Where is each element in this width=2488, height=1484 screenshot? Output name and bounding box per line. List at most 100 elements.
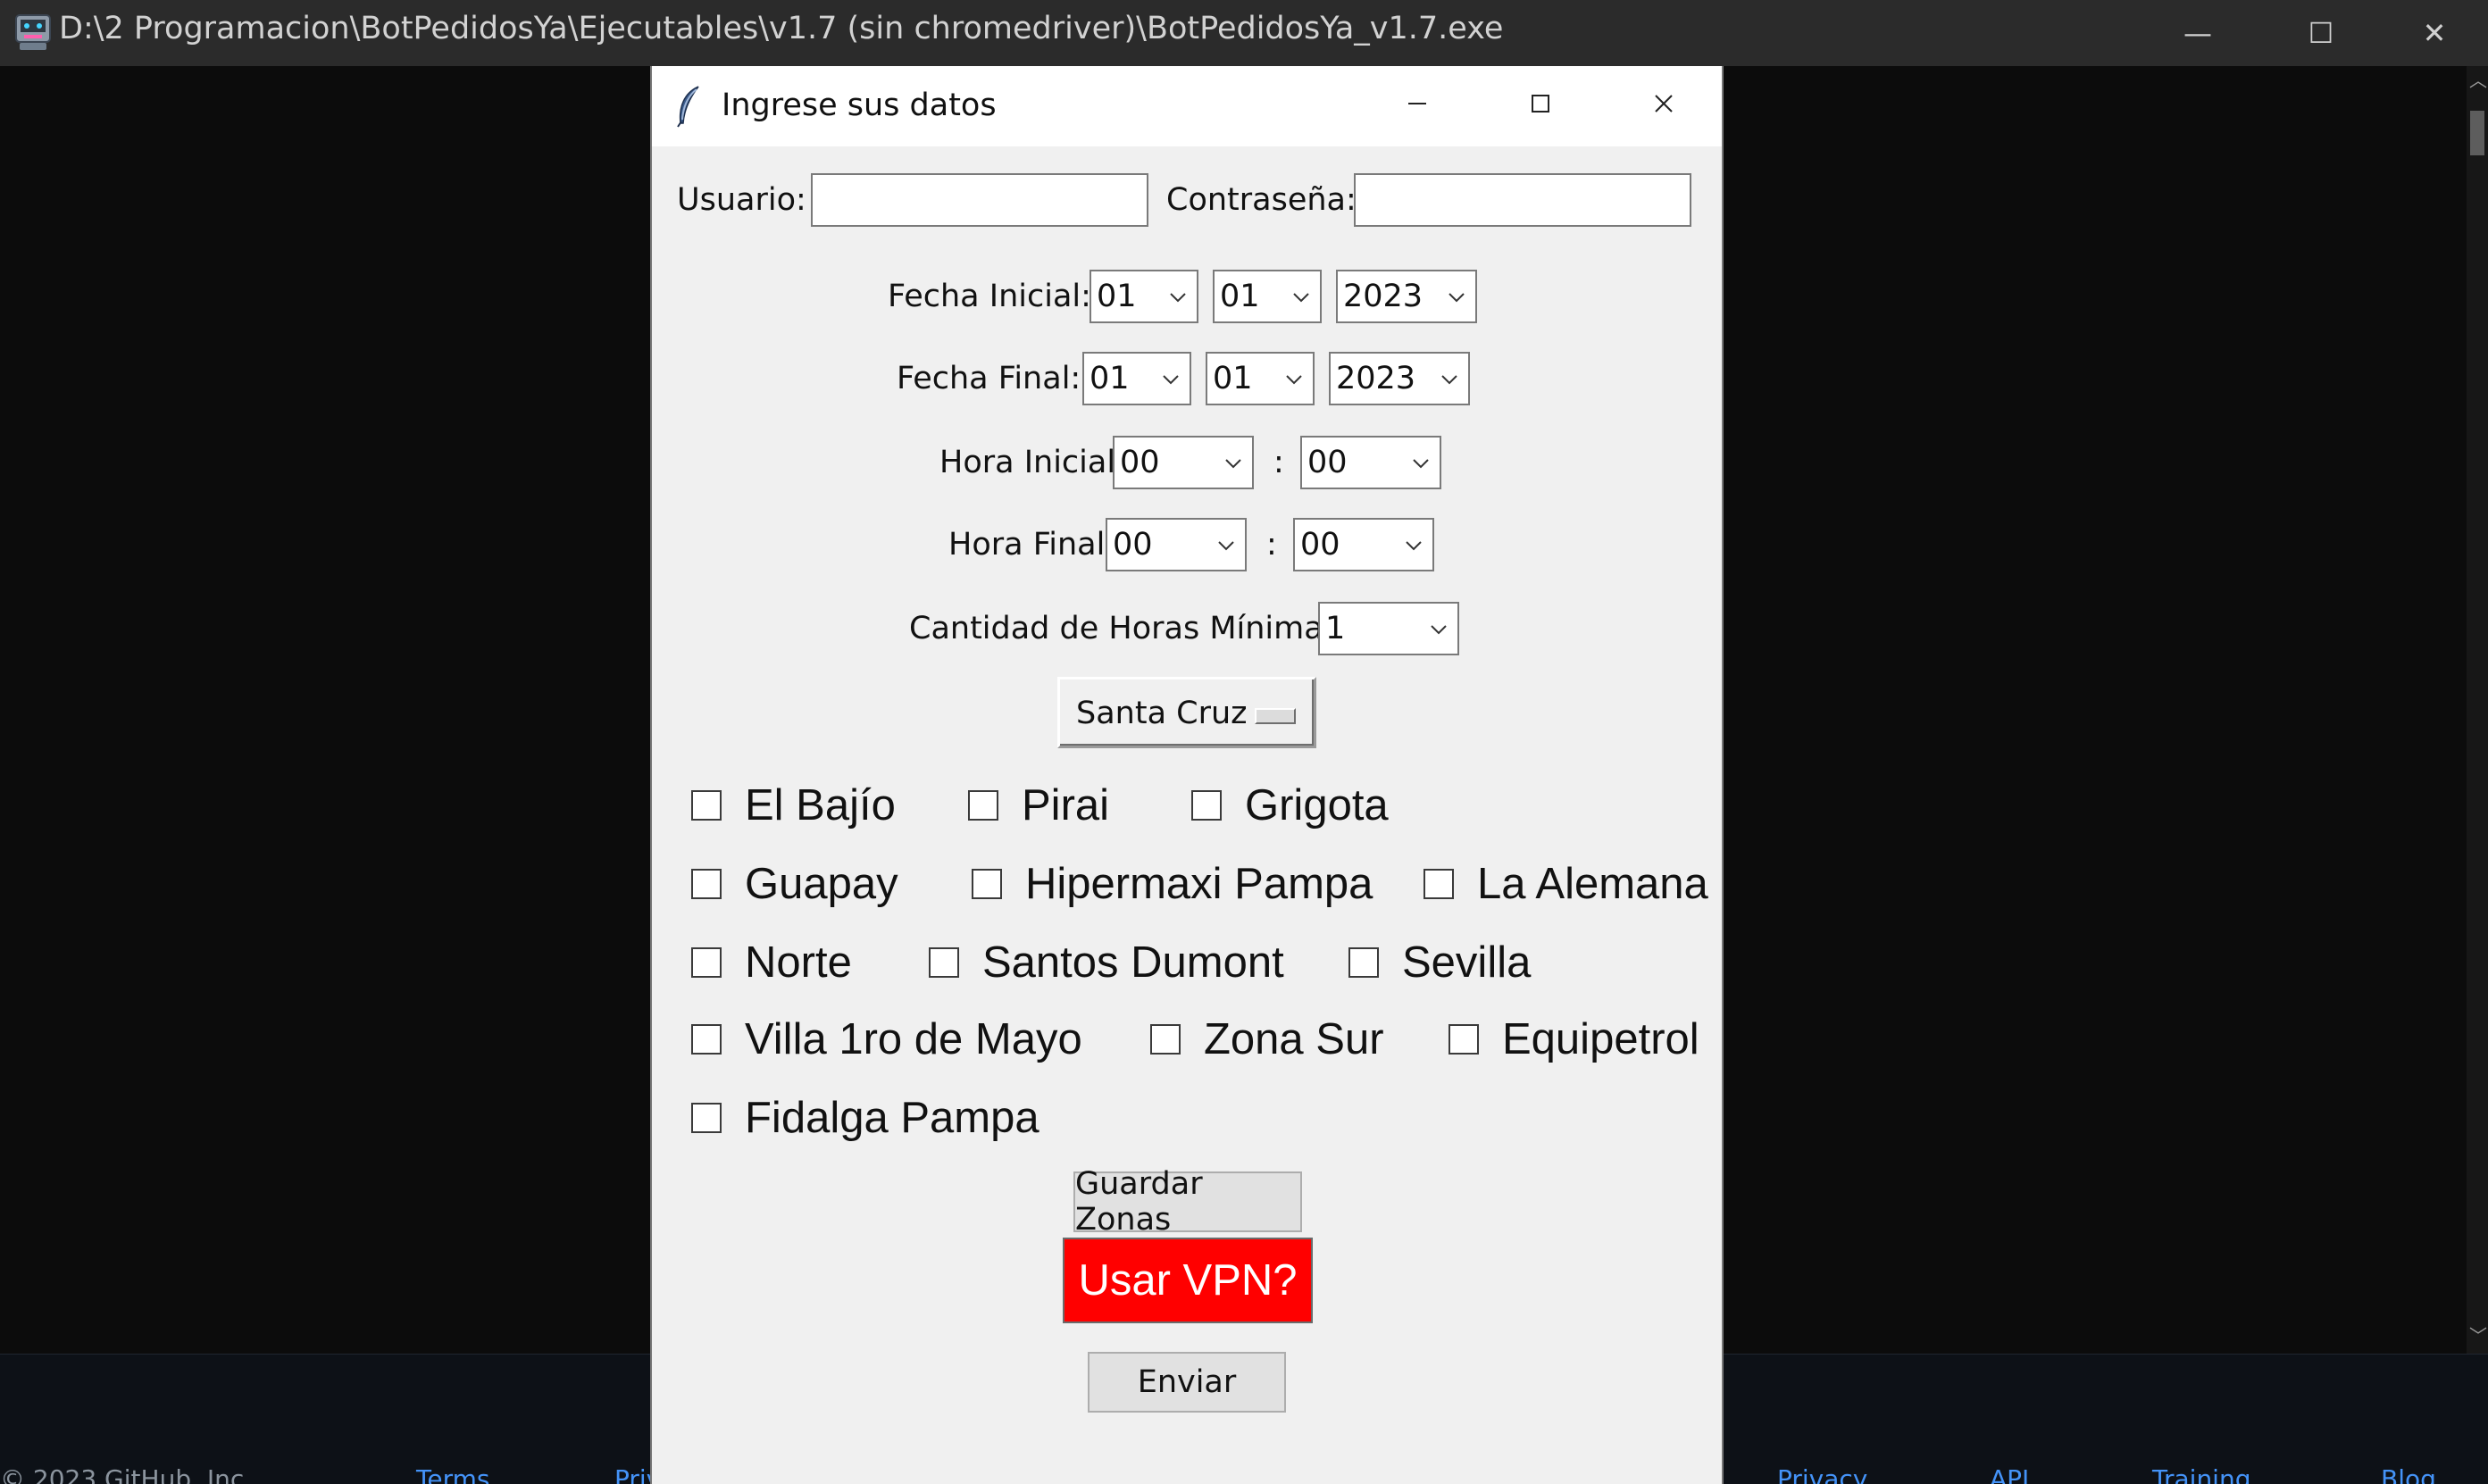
hora-inicial-hour-value: 00 <box>1120 445 1160 480</box>
zona-label: La Alemana <box>1477 860 1708 908</box>
checkbox-icon <box>691 947 722 978</box>
fecha-inicial-month-select[interactable]: 01 <box>1213 270 1322 323</box>
scroll-down-icon[interactable]: ﹀ <box>2469 1327 2487 1345</box>
footer-link-terms[interactable]: Terms <box>416 1464 489 1484</box>
hora-inicial-minute-select[interactable]: 00 <box>1300 436 1441 489</box>
ciudad-value: Santa Cruz <box>1076 696 1248 731</box>
checkbox-icon <box>1191 790 1222 821</box>
zona-checkbox-santos-dumont[interactable]: Santos Dumont <box>929 938 1284 988</box>
usar-vpn-button[interactable]: Usar VPN? <box>1063 1238 1313 1323</box>
chevron-down-icon <box>1286 375 1302 385</box>
hora-final-label: Hora Final: <box>948 527 1116 563</box>
fecha-final-day-select[interactable]: 01 <box>1082 352 1191 405</box>
horas-minima-select[interactable]: 1 <box>1318 602 1459 655</box>
fecha-inicial-month-value: 01 <box>1220 279 1260 314</box>
close-icon <box>1655 95 1673 113</box>
zona-checkbox-pirai[interactable]: Pirai <box>968 780 1109 830</box>
zona-label: Villa 1ro de Mayo <box>745 1015 1082 1063</box>
chevron-down-icon <box>1413 459 1429 469</box>
chevron-down-icon <box>1170 293 1186 303</box>
hora-inicial-hour-select[interactable]: 00 <box>1113 436 1254 489</box>
fecha-inicial-year-value: 2023 <box>1343 279 1424 314</box>
console-minimize-button[interactable]: — <box>2136 0 2259 66</box>
checkbox-icon <box>929 947 959 978</box>
usuario-input[interactable] <box>811 173 1148 227</box>
footer-link-training[interactable]: Training <box>2152 1464 2250 1484</box>
console-titlebar: D:\2 Programacion\BotPedidosYa\Ejecutabl… <box>0 0 2488 66</box>
fecha-final-month-value: 01 <box>1213 361 1253 396</box>
footer-link-blog[interactable]: Blog <box>2381 1464 2436 1484</box>
hora-final-separator: : <box>1266 527 1277 563</box>
fecha-final-year-value: 2023 <box>1336 361 1416 396</box>
checkbox-icon <box>691 869 722 899</box>
hora-inicial-minute-value: 00 <box>1307 445 1348 480</box>
hora-final-hour-select[interactable]: 00 <box>1106 518 1247 571</box>
chevron-down-icon <box>1218 541 1234 551</box>
zona-label: Sevilla <box>1402 938 1532 987</box>
maximize-icon <box>1532 95 1549 113</box>
ciudad-option-menu[interactable]: Santa Cruz <box>1057 677 1316 748</box>
feather-icon <box>677 86 699 128</box>
dialog-titlebar: Ingrese sus datos <box>652 66 1722 146</box>
minimize-icon <box>1408 103 1426 104</box>
chevron-down-icon <box>1293 293 1309 303</box>
dialog-maximize-button[interactable] <box>1491 70 1590 138</box>
hora-final-minute-value: 00 <box>1300 527 1340 563</box>
footer-link-privacy-2[interactable]: Privacy <box>1777 1464 1867 1484</box>
horas-minima-label: Cantidad de Horas Mínima: <box>909 611 1334 646</box>
zona-checkbox-guapay[interactable]: Guapay <box>691 859 898 909</box>
fecha-final-year-select[interactable]: 2023 <box>1329 352 1470 405</box>
zona-label: Equipetrol <box>1502 1015 1699 1063</box>
zona-label: Zona Sur <box>1204 1015 1384 1063</box>
zona-checkbox-grigota[interactable]: Grigota <box>1191 780 1389 830</box>
console-window-title: D:\2 Programacion\BotPedidosYa\Ejecutabl… <box>59 11 1504 46</box>
zona-checkbox-hipermaxi-pampa[interactable]: Hipermaxi Pampa <box>972 859 1373 909</box>
console-maximize-button[interactable]: ☐ <box>2259 0 2383 66</box>
scroll-up-icon[interactable]: ︿ <box>2469 71 2487 89</box>
console-close-button[interactable]: ✕ <box>2381 0 2488 66</box>
zona-label: Pirai <box>1022 781 1110 830</box>
hora-inicial-label: Hora Inicial: <box>939 445 1126 480</box>
enviar-button[interactable]: Enviar <box>1088 1352 1286 1413</box>
zona-checkbox-la-alemana[interactable]: La Alemana <box>1424 859 1708 909</box>
contrasena-input[interactable] <box>1354 173 1691 227</box>
hora-final-minute-select[interactable]: 00 <box>1293 518 1434 571</box>
chevron-down-icon <box>1431 625 1447 635</box>
zona-checkbox-sevilla[interactable]: Sevilla <box>1348 938 1531 988</box>
zona-checkbox-equipetrol[interactable]: Equipetrol <box>1449 1014 1699 1064</box>
checkbox-icon <box>1150 1024 1181 1055</box>
checkbox-icon <box>691 1024 722 1055</box>
chevron-down-icon <box>1225 459 1241 469</box>
checkbox-icon <box>1449 1024 1479 1055</box>
footer-copyright: © 2023 GitHub, Inc. <box>0 1464 253 1484</box>
zona-checkbox-el-bajio[interactable]: El Bajío <box>691 780 896 830</box>
zona-label: Guapay <box>745 860 898 908</box>
zona-checkbox-fidalga-pampa[interactable]: Fidalga Pampa <box>691 1093 1039 1143</box>
fecha-final-month-select[interactable]: 01 <box>1206 352 1315 405</box>
contrasena-label: Contraseña: <box>1166 182 1357 218</box>
dialog-title: Ingrese sus datos <box>722 88 997 123</box>
checkbox-icon <box>691 1103 722 1133</box>
dialog-minimize-button[interactable] <box>1368 70 1466 138</box>
guardar-zonas-button[interactable]: Guardar Zonas <box>1073 1166 1302 1238</box>
zona-checkbox-villa-1ro-de-mayo[interactable]: Villa 1ro de Mayo <box>691 1014 1082 1064</box>
checkbox-icon <box>972 869 1002 899</box>
fecha-inicial-year-select[interactable]: 2023 <box>1336 270 1477 323</box>
zona-label: Santos Dumont <box>982 938 1284 987</box>
zona-checkbox-zona-sur[interactable]: Zona Sur <box>1150 1014 1384 1064</box>
fecha-inicial-day-select[interactable]: 01 <box>1090 270 1198 323</box>
console-app-icon <box>15 14 51 50</box>
footer-link-api[interactable]: API <box>1990 1464 2029 1484</box>
data-entry-dialog: Ingrese sus datos Usuario: Contraseña: F… <box>650 66 1724 1484</box>
console-scrollbar-thumb[interactable] <box>2470 111 2484 155</box>
chevron-down-icon <box>1449 293 1465 303</box>
hora-final-hour-value: 00 <box>1113 527 1153 563</box>
fecha-final-day-value: 01 <box>1090 361 1130 396</box>
fecha-inicial-label: Fecha Inicial: <box>888 279 1091 314</box>
zona-label: Fidalga Pampa <box>745 1094 1039 1142</box>
dialog-close-button[interactable] <box>1615 70 1713 138</box>
console-scrollbar[interactable]: ︿ ﹀ <box>2467 66 2488 1354</box>
option-menu-indicator-icon <box>1255 708 1296 724</box>
zona-checkbox-norte[interactable]: Norte <box>691 938 852 988</box>
checkbox-icon <box>691 790 722 821</box>
